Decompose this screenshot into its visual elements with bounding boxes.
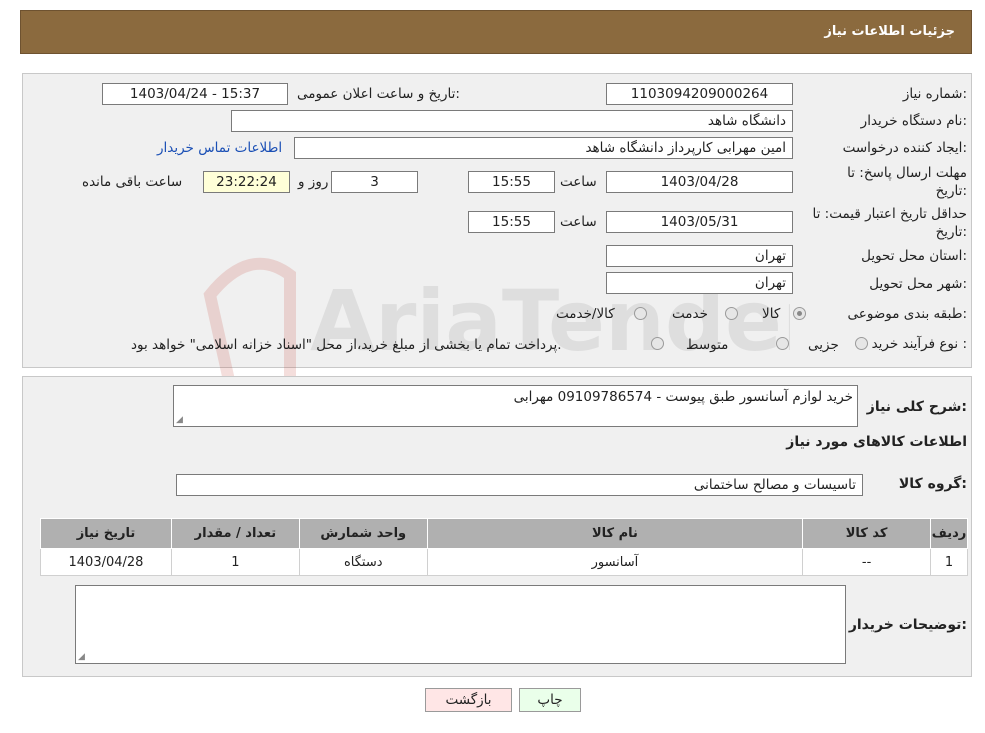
need-number-label: شماره نیاز: bbox=[902, 86, 967, 102]
price-validity-time-label: ساعت bbox=[560, 214, 597, 230]
deadline-date-field: 1403/04/28 bbox=[606, 171, 793, 193]
category-radio-goods-service[interactable] bbox=[634, 307, 647, 320]
price-validity-label-date: تاریخ: bbox=[935, 224, 967, 240]
cell-item-code: -- bbox=[802, 548, 932, 576]
process-type-label: نوع فرآیند خرید : bbox=[871, 336, 967, 352]
process-option-medium: متوسط bbox=[686, 337, 729, 353]
need-summary-textarea[interactable]: خرید لوازم آسانسور طبق پیوست - 091097865… bbox=[173, 385, 858, 427]
process-radio-medium[interactable] bbox=[776, 337, 789, 350]
buyer-contact-link[interactable]: اطلاعات تماس خریدار bbox=[157, 140, 282, 156]
province-label: استان محل تحویل: bbox=[861, 248, 967, 264]
city-label: شهر محل تحویل: bbox=[869, 276, 967, 292]
remaining-time-field: 23:22:24 bbox=[203, 171, 290, 193]
deadline-label-date: تاریخ: bbox=[935, 183, 967, 199]
announce-datetime-label: تاریخ و ساعت اعلان عمومی: bbox=[297, 86, 460, 102]
cell-quantity: 1 bbox=[170, 548, 300, 576]
requester-label: ایجاد کننده درخواست: bbox=[842, 140, 967, 156]
treasury-payment-note: پرداخت تمام یا بخشی از مبلغ خرید،از محل … bbox=[131, 337, 562, 353]
category-label: طبقه بندی موضوعی: bbox=[847, 306, 967, 322]
city-field: تهران bbox=[606, 272, 793, 294]
items-section-title: اطلاعات کالاهای مورد نیاز bbox=[786, 434, 967, 450]
buyer-org-field: دانشگاه شاهد bbox=[231, 110, 793, 132]
remaining-days-field: 3 bbox=[331, 171, 418, 193]
back-button[interactable]: بازگشت bbox=[425, 688, 512, 712]
category-option-goods: کالا bbox=[762, 306, 781, 322]
items-table-header-row: ردیف کد کالا نام کالا واحد شمارش تعداد /… bbox=[40, 518, 968, 549]
cell-item-name: آسانسور bbox=[426, 548, 804, 576]
category-option-goods-service: کالا/خدمت bbox=[556, 306, 615, 322]
requester-field: امین مهرابی کارپرداز دانشگاه شاهد bbox=[294, 137, 793, 159]
resize-grip-icon[interactable]: ◢ bbox=[78, 652, 85, 662]
col-item-code: کد کالا bbox=[802, 518, 932, 549]
table-row: 1 -- آسانسور دستگاه 1 1403/04/28 bbox=[40, 548, 968, 576]
need-summary-label: شرح کلی نیاز: bbox=[866, 399, 967, 415]
process-radio-small[interactable] bbox=[855, 337, 868, 350]
days-label: روز و bbox=[298, 174, 329, 190]
goods-group-label: گروه کالا: bbox=[898, 476, 967, 492]
price-validity-label: حداقل تاریخ اعتبار قیمت: تا bbox=[812, 206, 967, 222]
print-button[interactable]: چاپ bbox=[519, 688, 581, 712]
col-row-number: ردیف bbox=[930, 518, 968, 549]
buyer-org-label: نام دستگاه خریدار: bbox=[860, 113, 967, 129]
page-title: جزئیات اطلاعات نیاز bbox=[824, 24, 955, 39]
cell-row-number: 1 bbox=[930, 548, 968, 576]
price-validity-time-field: 15:55 bbox=[468, 211, 555, 233]
buyer-notes-textarea[interactable]: ◢ bbox=[75, 585, 846, 664]
treasury-payment-radio[interactable] bbox=[651, 337, 664, 350]
category-option-service: خدمت bbox=[672, 306, 708, 322]
category-radio-service[interactable] bbox=[725, 307, 738, 320]
resize-grip-icon[interactable]: ◢ bbox=[176, 415, 183, 425]
items-table: ردیف کد کالا نام کالا واحد شمارش تعداد /… bbox=[40, 518, 968, 576]
deadline-label: مهلت ارسال پاسخ: تا bbox=[847, 165, 967, 181]
col-unit: واحد شمارش bbox=[298, 518, 428, 549]
cell-unit: دستگاه bbox=[298, 548, 428, 576]
page-header: جزئیات اطلاعات نیاز bbox=[20, 10, 972, 54]
need-number-field: 1103094209000264 bbox=[606, 83, 793, 105]
category-radio-goods[interactable] bbox=[793, 307, 806, 320]
announce-datetime-field: 1403/04/24 - 15:37 bbox=[102, 83, 288, 105]
goods-group-field: تاسیسات و مصالح ساختمانی bbox=[176, 474, 863, 496]
cell-need-date: 1403/04/28 bbox=[40, 548, 172, 576]
province-field: تهران bbox=[606, 245, 793, 267]
col-quantity: تعداد / مقدار bbox=[170, 518, 300, 549]
col-item-name: نام کالا bbox=[426, 518, 804, 549]
price-validity-date-field: 1403/05/31 bbox=[606, 211, 793, 233]
need-summary-text: خرید لوازم آسانسور طبق پیوست - 091097865… bbox=[513, 389, 853, 405]
remaining-time-label: ساعت باقی مانده bbox=[82, 174, 183, 190]
buyer-notes-label: توضیحات خریدار: bbox=[848, 617, 967, 633]
deadline-time-label: ساعت bbox=[560, 174, 597, 190]
process-option-small: جزیی bbox=[808, 337, 839, 353]
col-need-date: تاریخ نیاز bbox=[40, 518, 172, 549]
deadline-time-field: 15:55 bbox=[468, 171, 555, 193]
